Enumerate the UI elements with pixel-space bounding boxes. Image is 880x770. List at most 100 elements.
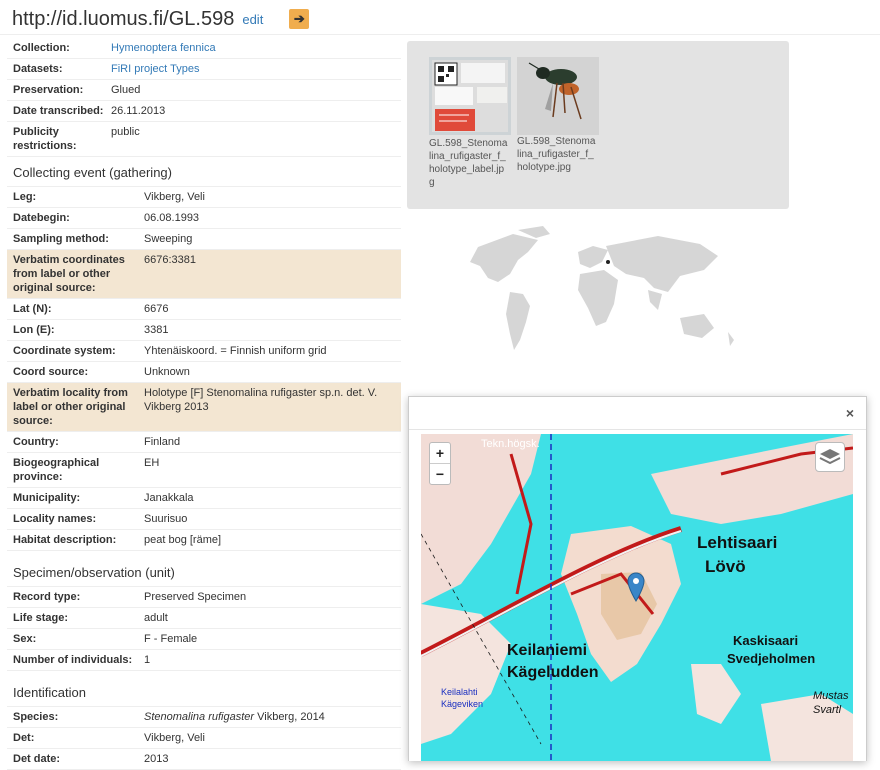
arrow-right-icon: ➔ (293, 11, 305, 26)
go-arrow-button[interactable]: ➔ (289, 9, 310, 29)
unit-title: Specimen/observation (unit) (7, 557, 401, 587)
table-row: Record type: Preserved Specimen (7, 587, 401, 608)
field-value: adult (144, 612, 168, 624)
identification-title: Identification (7, 677, 401, 707)
table-row: Species: Stenomalina rufigaster Vikberg, … (7, 707, 401, 728)
field-label: Habitat description: (13, 534, 117, 546)
field-value: 06.08.1993 (144, 212, 200, 224)
field-value: 26.11.2013 (111, 105, 166, 117)
field-label: Collection: (13, 42, 70, 54)
field-value: 6676:3381 (144, 254, 196, 266)
field-label: Locality names: (13, 513, 97, 525)
field-value: 3381 (144, 324, 169, 336)
field-value: 1 (144, 654, 151, 666)
field-label: Det date: (13, 753, 61, 765)
table-row: Date transcribed: 26.11.2013 (7, 101, 401, 122)
table-row: Datasets: FiRI project Types (7, 59, 401, 80)
species-author: Vikberg, 2014 (254, 711, 325, 723)
location-dot (606, 260, 610, 264)
unit-table: Record type: Preserved Specimen Life stage… (7, 587, 401, 671)
zoom-control: + − (429, 442, 451, 485)
field-value: Suurisuo (144, 513, 188, 525)
table-row: Number of individuals: 1 (7, 650, 401, 671)
world-map-graphic (470, 226, 734, 350)
table-row: Coord source: Unknown (7, 362, 401, 383)
field-label: Record type: (13, 591, 81, 603)
field-value[interactable]: FiRI project Types (111, 62, 199, 76)
table-row: Municipality: Janakkala (7, 488, 401, 509)
field-label: Publicity restrictions: (13, 126, 77, 152)
field-label: Date transcribed: (13, 105, 104, 117)
collecting-table: Leg: Vikberg, Veli Datebegin: 06.08.1993 Sam… (7, 187, 401, 551)
table-row: Datebegin: 06.08.1993 (7, 208, 401, 229)
specimen-image-caption[interactable]: GL.598_Stenomalina_rufigaster_f_holotype… (517, 135, 597, 174)
field-value: peat bog [räme] (144, 534, 222, 546)
topographic-map[interactable]: Lehtisaari Lövö Kaskisaari Svedjeholmen … (421, 434, 853, 761)
field-value: Vikberg, Veli (144, 191, 205, 203)
field-value: Yhtenäiskoord. = Finnish uniform grid (144, 345, 327, 357)
label-image-caption[interactable]: GL.598_Stenomalina_rufigaster_f_holotype… (429, 137, 509, 189)
field-value: public (111, 126, 140, 138)
basic-info: Collection: Hymenoptera fennica Datasets: F… (7, 38, 401, 157)
map-label-svartl: Svartl (813, 704, 842, 716)
table-row: Habitat description: peat bog [räme] (7, 530, 401, 551)
popup-header (409, 397, 866, 430)
label-image-thumbnail[interactable] (429, 57, 511, 135)
field-label: Datebegin: (13, 212, 70, 224)
map-popup: × Lehtisaari Lövö Kaskisaari Svedjeholme… (408, 396, 867, 761)
collecting-title: Collecting event (gathering) (7, 157, 401, 187)
table-row: Sex: F - Female (7, 629, 401, 650)
table-row: Leg: Vikberg, Veli (7, 187, 401, 208)
header-divider (0, 34, 880, 35)
map-label-kaskisaari: Kaskisaari (733, 633, 799, 648)
table-row: Verbatim locality from label or other or… (7, 383, 401, 432)
field-label: Preservation: (13, 84, 84, 96)
image-gallery: GL.598_Stenomalina_rufigaster_f_holotype… (407, 41, 789, 209)
field-value[interactable]: Hymenoptera fennica (111, 41, 216, 55)
field-value: Holotype [F] Stenomalina rufigaster sp.n… (144, 387, 378, 413)
layers-button[interactable] (815, 442, 845, 472)
map-label-keilaniemi: Keilaniemi (507, 642, 588, 659)
table-row: Collection: Hymenoptera fennica (7, 38, 401, 59)
field-label: Sampling method: (13, 233, 109, 245)
table-row: Lon (E): 3381 (7, 320, 401, 341)
identification-table: Species: Stenomalina rufigaster Vikberg, … (7, 707, 401, 770)
field-value: Finland (144, 436, 181, 448)
field-label: Lon (E): (13, 324, 55, 336)
layers-icon (819, 449, 841, 465)
zoom-in-button[interactable]: + (430, 443, 450, 463)
field-value: 6676 (144, 303, 169, 315)
field-label: Verbatim coordinates from label or other… (13, 254, 125, 294)
field-value: Preserved Specimen (144, 591, 247, 603)
field-label: Det: (13, 732, 35, 744)
map-label-kageviken: Kägeviken (441, 699, 484, 709)
details-column: Collection: Hymenoptera fennica Datasets: F… (7, 38, 401, 770)
field-value: Vikberg, Veli (144, 732, 205, 744)
field-label: Municipality: (13, 492, 81, 504)
specimen-image-thumbnail[interactable] (517, 57, 599, 135)
field-label: Life stage: (13, 612, 69, 624)
table-row: Locality names: Suurisuo (7, 509, 401, 530)
zoom-out-button[interactable]: − (430, 463, 450, 484)
table-row: Life stage: adult (7, 608, 401, 629)
table-row: Biogeographical province: EH (7, 453, 401, 488)
field-label: Verbatim locality from label or other or… (13, 387, 128, 427)
field-label: Country: (13, 436, 59, 448)
field-label: Lat (N): (13, 303, 52, 315)
table-row: Verbatim coordinates from label or other… (7, 250, 401, 299)
field-label: Leg: (13, 191, 37, 203)
world-map[interactable] (418, 222, 748, 377)
table-row: Lat (N): 6676 (7, 299, 401, 320)
edit-link[interactable]: edit (242, 12, 263, 27)
map-marker-icon[interactable] (627, 572, 645, 602)
field-label: Sex: (13, 633, 37, 645)
field-label: Datasets: (13, 63, 63, 75)
field-label: Species: (13, 711, 59, 723)
field-label: Number of individuals: (13, 654, 133, 666)
map-label-tekn: Tekn.högsk. (481, 438, 540, 450)
close-icon[interactable]: × (846, 405, 854, 421)
field-value: Unknown (144, 366, 190, 378)
page-title: http://id.luomus.fi/GL.598 (12, 7, 235, 30)
page-header: http://id.luomus.fi/GL.598 edit ➔ (12, 6, 310, 32)
table-row: Preservation: Glued (7, 80, 401, 101)
